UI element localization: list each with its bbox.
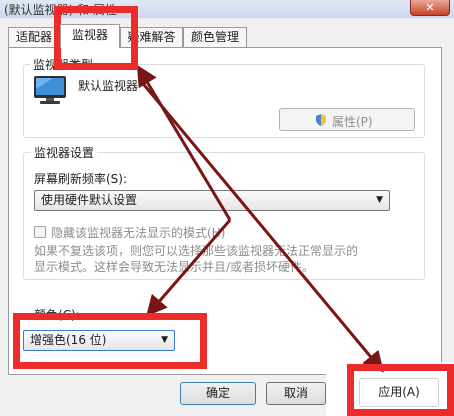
tab-monitor[interactable]: 监视器	[60, 24, 120, 48]
arrow-to-monitor-tab	[136, 64, 232, 221]
highlight-apply	[347, 364, 454, 416]
arrow-to-colors	[146, 219, 232, 317]
highlight-colors	[13, 313, 207, 369]
